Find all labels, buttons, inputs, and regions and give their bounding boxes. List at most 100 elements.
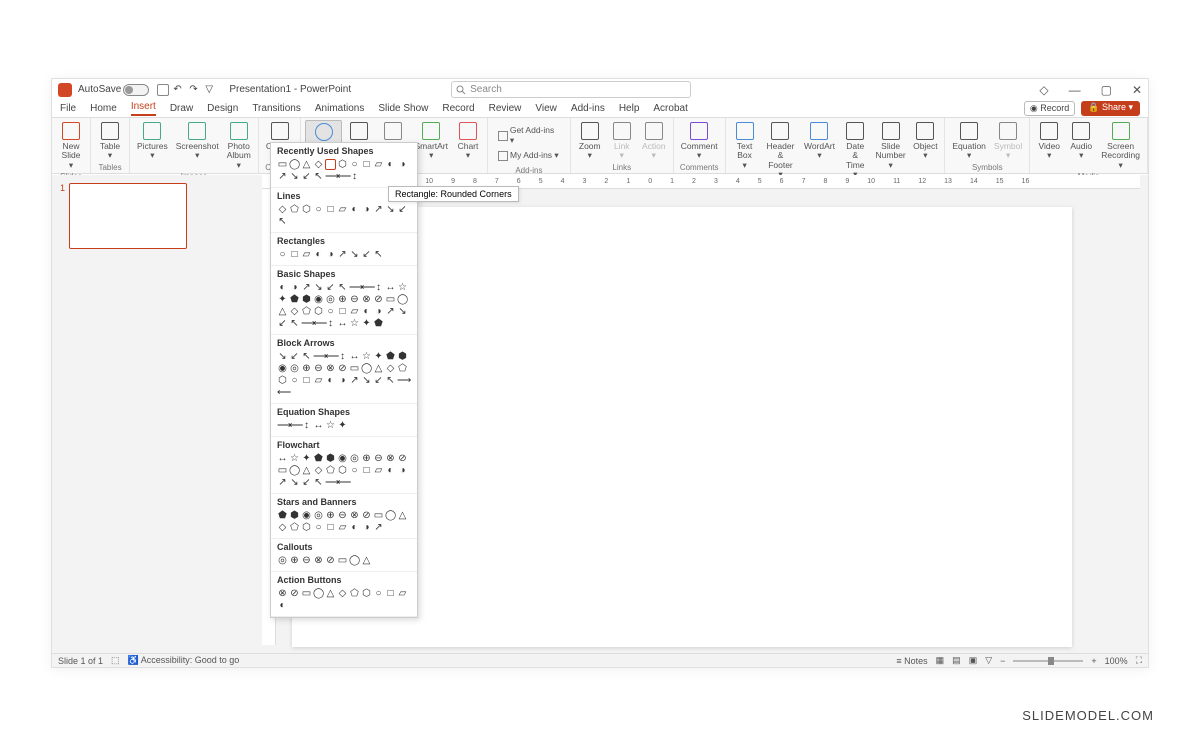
- shape-item[interactable]: ✦: [373, 351, 384, 362]
- shape-item[interactable]: ◑: [361, 522, 372, 533]
- shape-item[interactable]: ↗: [277, 477, 288, 488]
- shape-item[interactable]: ◯: [349, 555, 360, 566]
- sorter-view-icon[interactable]: ▤: [952, 655, 961, 666]
- shape-item[interactable]: ⬢: [397, 351, 408, 362]
- ribbon-chart[interactable]: Chart▾: [453, 120, 483, 163]
- tab-help[interactable]: Help: [619, 103, 640, 114]
- shape-item[interactable]: ⟶: [301, 318, 312, 329]
- shape-item[interactable]: ○: [325, 306, 336, 317]
- shape-item[interactable]: ⟵: [313, 318, 324, 329]
- shape-item[interactable]: ↗: [349, 375, 360, 386]
- tab-animations[interactable]: Animations: [315, 103, 364, 114]
- shape-item[interactable]: ⊖: [313, 363, 324, 374]
- shape-item[interactable]: ◉: [301, 510, 312, 521]
- shape-item[interactable]: ⬠: [397, 363, 408, 374]
- shape-item[interactable]: ◐: [313, 249, 324, 260]
- shape-item[interactable]: ✦: [337, 420, 348, 431]
- shape-item[interactable]: ⬡: [361, 588, 372, 599]
- shape-item[interactable]: ▭: [337, 555, 348, 566]
- shape-item[interactable]: ⊘: [325, 555, 336, 566]
- shape-item[interactable]: ↙: [361, 249, 372, 260]
- shape-item[interactable]: ↙: [301, 477, 312, 488]
- shape-item[interactable]: ◑: [361, 204, 372, 215]
- shape-item[interactable]: ⊕: [361, 453, 372, 464]
- ribbon-action[interactable]: Action▾: [639, 120, 669, 163]
- shape-item[interactable]: ↘: [397, 306, 408, 317]
- shape-item[interactable]: ◇: [277, 522, 288, 533]
- ribbon-pictures[interactable]: Pictures▾: [134, 120, 171, 163]
- slideshow-view-icon[interactable]: ▽: [985, 655, 992, 666]
- shape-item[interactable]: △: [361, 555, 372, 566]
- shape-item[interactable]: ↕: [301, 420, 312, 431]
- shape-item[interactable]: □: [361, 465, 372, 476]
- lang-icon[interactable]: ⬚: [111, 655, 120, 666]
- normal-view-icon[interactable]: ▦: [936, 655, 945, 666]
- shape-item[interactable]: ⊘: [361, 510, 372, 521]
- ribbon-table[interactable]: Table▾: [95, 120, 125, 163]
- shape-item[interactable]: ⟶: [313, 351, 324, 362]
- shape-item[interactable]: ↘: [277, 351, 288, 362]
- shape-item[interactable]: ◇: [313, 465, 324, 476]
- shape-item[interactable]: ⊗: [325, 363, 336, 374]
- ribbon-audio[interactable]: Audio▾: [1066, 120, 1096, 163]
- shape-item[interactable]: ↙: [373, 375, 384, 386]
- ribbon-screen_recording[interactable]: ScreenRecording▾: [1098, 120, 1143, 172]
- shape-item[interactable]: ⬡: [277, 375, 288, 386]
- shape-item[interactable]: ⬡: [337, 159, 348, 170]
- ribbon-symbol[interactable]: Symbol▾: [991, 120, 1025, 163]
- shape-item[interactable]: ↖: [313, 171, 324, 182]
- autosave-toggle[interactable]: AutoSave: [78, 84, 149, 96]
- accessibility-status[interactable]: ♿ Accessibility: Good to go: [128, 655, 240, 666]
- ribbon-comment[interactable]: Comment▾: [678, 120, 721, 163]
- ribbon-date_time[interactable]: Date &Time▾: [840, 120, 871, 181]
- shape-item[interactable]: ☆: [361, 351, 372, 362]
- shape-item[interactable]: ◉: [313, 294, 324, 305]
- ribbon-text_box[interactable]: TextBox▾: [730, 120, 760, 172]
- shape-item[interactable]: ◎: [313, 510, 324, 521]
- shape-item[interactable]: ↖: [289, 318, 300, 329]
- shape-item[interactable]: ▱: [301, 249, 312, 260]
- shape-item[interactable]: ◇: [313, 159, 324, 170]
- shape-item[interactable]: ⟵: [277, 387, 288, 398]
- shape-item[interactable]: ◉: [337, 453, 348, 464]
- tab-addins[interactable]: Add-ins: [571, 103, 605, 114]
- shape-item[interactable]: ⊖: [337, 510, 348, 521]
- shape-item[interactable]: ◯: [289, 465, 300, 476]
- shape-item[interactable]: ⟶: [277, 420, 288, 431]
- shape-item[interactable]: ⬟: [373, 318, 384, 329]
- shape-item[interactable]: ⬡: [301, 522, 312, 533]
- shape-item[interactable]: ↖: [373, 249, 384, 260]
- shape-item[interactable]: ↙: [397, 204, 408, 215]
- fit-window-icon[interactable]: ⛶: [1136, 655, 1142, 666]
- shape-item[interactable]: ⊘: [289, 588, 300, 599]
- shape-item[interactable]: ⬠: [301, 306, 312, 317]
- shape-item[interactable]: ◇: [289, 306, 300, 317]
- shape-item[interactable]: ↕: [337, 351, 348, 362]
- reading-view-icon[interactable]: ▣: [969, 655, 978, 666]
- shape-item[interactable]: ☆: [349, 318, 360, 329]
- shape-item[interactable]: ⬢: [289, 510, 300, 521]
- ribbon-equation[interactable]: Equation▾: [949, 120, 989, 163]
- shape-item[interactable]: ✦: [277, 294, 288, 305]
- shape-item[interactable]: ▱: [337, 522, 348, 533]
- shape-item[interactable]: ▱: [373, 159, 384, 170]
- shape-item[interactable]: ☆: [325, 420, 336, 431]
- tab-transitions[interactable]: Transitions: [252, 103, 301, 114]
- shape-item[interactable]: ▭: [349, 363, 360, 374]
- ribbon-photo_album[interactable]: PhotoAlbum▾: [224, 120, 254, 172]
- ribbon-video[interactable]: Video▾: [1034, 120, 1064, 163]
- shape-item[interactable]: ⊖: [373, 453, 384, 464]
- shape-item[interactable]: △: [373, 363, 384, 374]
- zoom-slider[interactable]: [1013, 660, 1083, 662]
- shape-item[interactable]: ○: [313, 522, 324, 533]
- shape-item[interactable]: ↘: [289, 477, 300, 488]
- tab-insert[interactable]: Insert: [131, 101, 156, 116]
- shape-item[interactable]: ◐: [349, 522, 360, 533]
- maximize-button[interactable]: ▢: [1101, 83, 1112, 97]
- ribbon-slide_number[interactable]: SlideNumber▾: [873, 120, 908, 172]
- shape-item[interactable]: ◎: [325, 294, 336, 305]
- ribbon-get_addins[interactable]: Get Add-ins ▾: [496, 124, 562, 147]
- shape-item[interactable]: ▱: [349, 306, 360, 317]
- shape-item[interactable]: □: [385, 588, 396, 599]
- shape-item[interactable]: ↘: [385, 204, 396, 215]
